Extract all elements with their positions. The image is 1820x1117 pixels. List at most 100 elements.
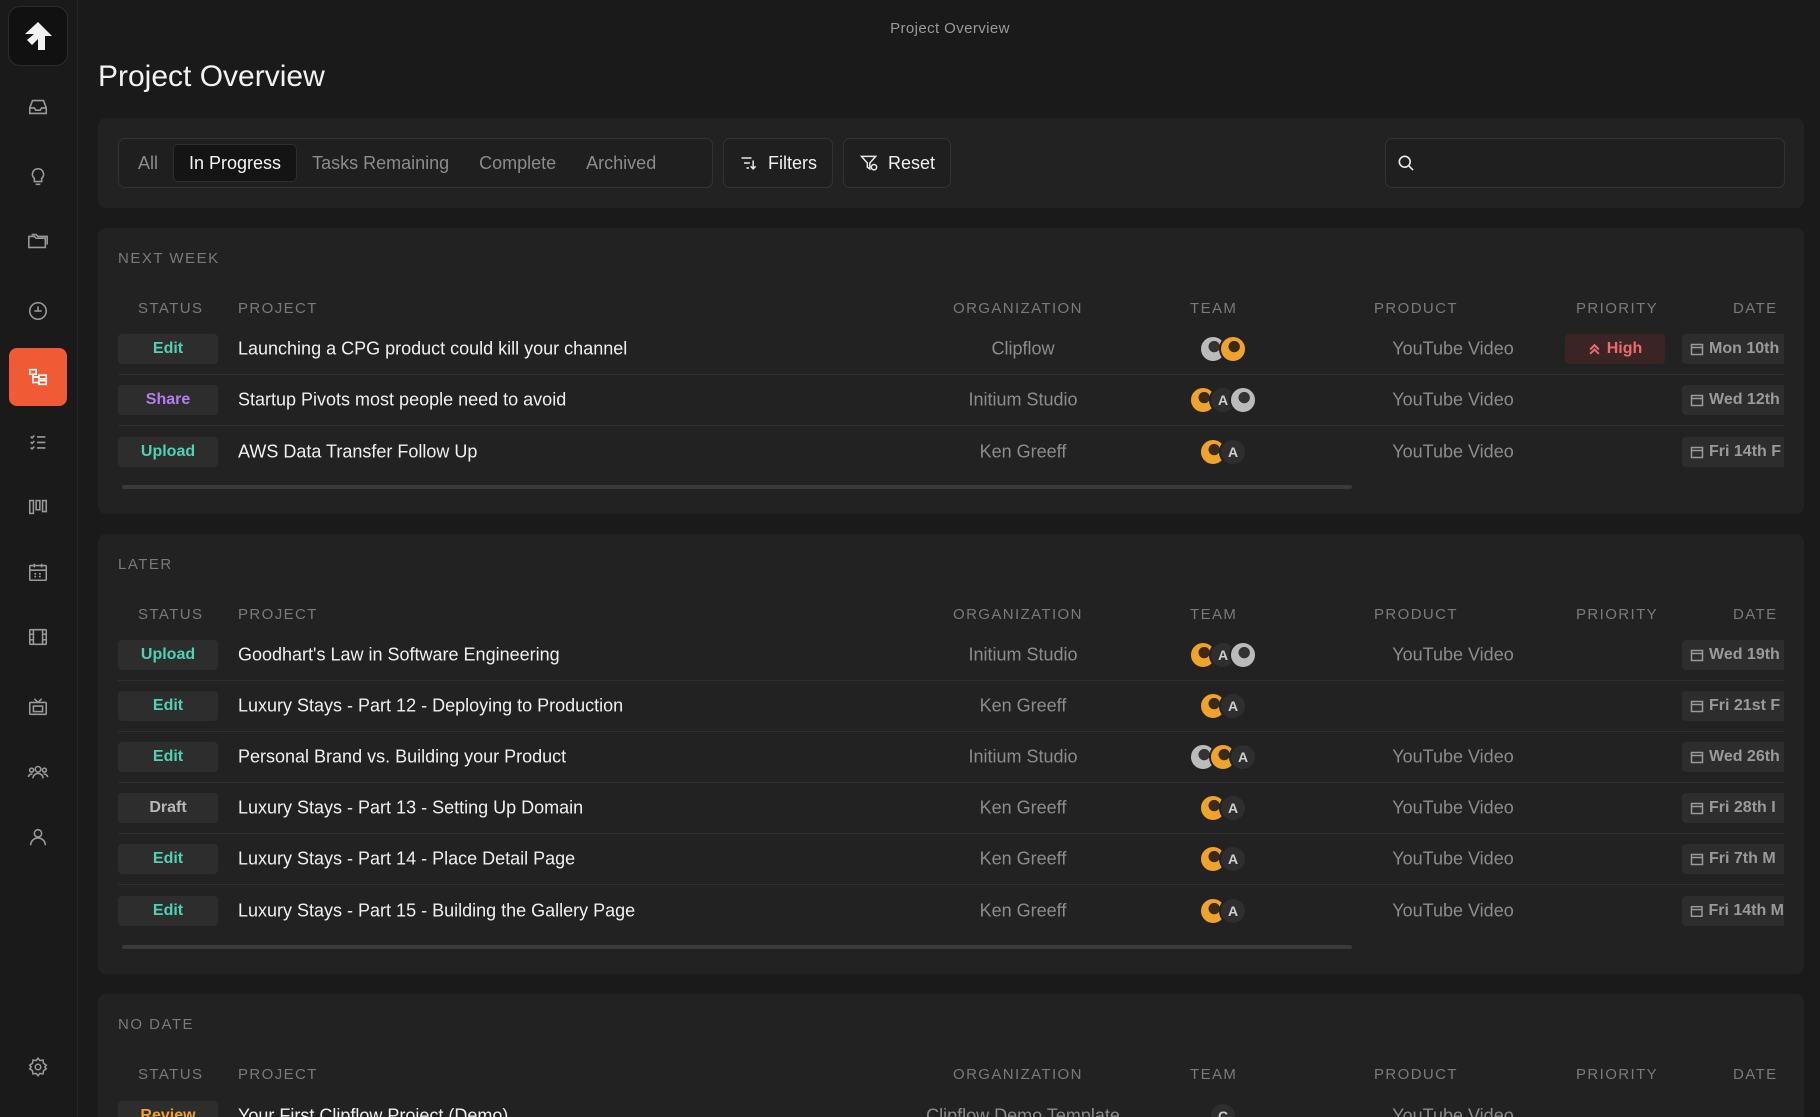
- status-badge[interactable]: Upload: [118, 436, 218, 467]
- rows: Upload Goodhart's Law in Software Engine…: [118, 630, 1784, 936]
- table-row[interactable]: Edit Launching a CPG product could kill …: [118, 324, 1784, 375]
- table-row[interactable]: Edit Luxury Stays - Part 12 - Deploying …: [118, 681, 1784, 732]
- table-row[interactable]: Draft Luxury Stays - Part 13 - Setting U…: [118, 783, 1784, 834]
- status-badge[interactable]: Draft: [118, 793, 218, 823]
- speedometer-icon[interactable]: [9, 282, 67, 340]
- product: YouTube Video: [1392, 338, 1514, 359]
- status-badge[interactable]: Edit: [118, 895, 218, 926]
- project-name[interactable]: Luxury Stays - Part 14 - Place Detail Pa…: [238, 849, 575, 870]
- team-avatars[interactable]: A: [1173, 640, 1273, 670]
- date-badge[interactable]: Wed 26th: [1682, 742, 1784, 772]
- section-label: NEXT WEEK: [118, 250, 220, 267]
- table-row[interactable]: Review Your First Clipflow Project (Demo…: [118, 1090, 1784, 1117]
- calendar-icon: [1690, 700, 1704, 713]
- organization: Initium Studio: [968, 746, 1078, 767]
- team-avatars[interactable]: A: [1173, 437, 1273, 467]
- filters-button[interactable]: Filters: [723, 138, 833, 188]
- product: YouTube Video: [1392, 746, 1514, 767]
- calendar-icon: [1690, 853, 1704, 866]
- tab-all[interactable]: All: [123, 144, 173, 182]
- column-header-product: PRODUCT: [1374, 1066, 1458, 1083]
- folders-icon[interactable]: [9, 212, 67, 270]
- column-header-status: STATUS: [138, 1066, 204, 1083]
- user-icon[interactable]: [9, 808, 67, 866]
- status-badge[interactable]: Edit: [118, 691, 218, 721]
- tv-icon[interactable]: [9, 678, 67, 736]
- date-badge[interactable]: Wed 12th: [1682, 385, 1784, 415]
- date-badge[interactable]: Fri 21st F: [1682, 691, 1784, 721]
- search-field[interactable]: [1385, 138, 1785, 188]
- team-avatars[interactable]: A: [1173, 793, 1273, 823]
- status-badge[interactable]: Upload: [118, 640, 218, 670]
- column-header-product: PRODUCT: [1374, 300, 1458, 317]
- search-input[interactable]: [1426, 153, 1766, 173]
- project-tree-icon[interactable]: [9, 348, 67, 406]
- sidebar: [0, 0, 78, 1117]
- date-badge[interactable]: Fri 7th M: [1682, 844, 1784, 874]
- reset-button[interactable]: Reset: [843, 138, 952, 188]
- team-avatars[interactable]: A: [1173, 385, 1273, 415]
- column-header-priority: PRIORITY: [1576, 606, 1659, 623]
- status-badge[interactable]: Share: [118, 385, 218, 415]
- kanban-icon[interactable]: [9, 478, 67, 536]
- team-icon[interactable]: [9, 743, 67, 801]
- checklist-icon[interactable]: [9, 413, 67, 471]
- date-badge[interactable]: Fri 14th F: [1682, 436, 1784, 467]
- lightbulb-icon[interactable]: [9, 148, 67, 206]
- team-avatars[interactable]: [1173, 334, 1273, 364]
- project-name[interactable]: Luxury Stays - Part 15 - Building the Ga…: [238, 900, 635, 921]
- project-name[interactable]: Luxury Stays - Part 12 - Deploying to Pr…: [238, 696, 623, 717]
- tab-archived[interactable]: Archived: [571, 144, 671, 182]
- table-row[interactable]: Upload AWS Data Transfer Follow Up Ken G…: [118, 426, 1784, 477]
- section-label: LATER: [118, 556, 173, 573]
- project-name[interactable]: Goodhart's Law in Software Engineering: [238, 645, 560, 666]
- date-label: Fri 28th I: [1709, 799, 1776, 816]
- table-row[interactable]: Edit Luxury Stays - Part 15 - Building t…: [118, 885, 1784, 936]
- table-row[interactable]: Edit Personal Brand vs. Building your Pr…: [118, 732, 1784, 783]
- team-avatars[interactable]: A: [1173, 742, 1273, 772]
- project-name[interactable]: Launching a CPG product could kill your …: [238, 339, 627, 360]
- horizontal-scrollbar[interactable]: [122, 945, 1352, 949]
- chevrons-up-icon: [1589, 343, 1600, 355]
- status-badge[interactable]: Edit: [118, 742, 218, 772]
- date-label: Wed 12th: [1709, 391, 1780, 408]
- calendar-icon: [1690, 343, 1704, 356]
- settings-icon[interactable]: [9, 1038, 67, 1096]
- date-badge[interactable]: Fri 28th I: [1682, 793, 1784, 823]
- tab-complete[interactable]: Complete: [464, 144, 571, 182]
- status-badge[interactable]: Review: [118, 1100, 218, 1117]
- project-name[interactable]: Luxury Stays - Part 13 - Setting Up Doma…: [238, 798, 583, 819]
- calendar-icon: [1690, 649, 1704, 662]
- priority-badge[interactable]: High: [1565, 334, 1665, 364]
- team-avatars[interactable]: A: [1173, 691, 1273, 721]
- status-badge[interactable]: Edit: [118, 334, 218, 364]
- tab-tasks-remaining[interactable]: Tasks Remaining: [297, 144, 464, 182]
- table-row[interactable]: Share Startup Pivots most people need to…: [118, 375, 1784, 426]
- product: YouTube Video: [1392, 389, 1514, 410]
- avatar: A: [1219, 845, 1247, 873]
- table-row[interactable]: Edit Luxury Stays - Part 14 - Place Deta…: [118, 834, 1784, 885]
- date-badge[interactable]: Mon 10th: [1682, 334, 1784, 364]
- calendar-icon[interactable]: [9, 543, 67, 601]
- table-row[interactable]: Upload Goodhart's Law in Software Engine…: [118, 630, 1784, 681]
- inbox-icon[interactable]: [9, 78, 67, 136]
- team-avatars[interactable]: A: [1173, 896, 1273, 926]
- date-label: Fri 21st F: [1709, 697, 1781, 714]
- team-avatars[interactable]: A: [1173, 844, 1273, 874]
- date-badge[interactable]: Wed 19th: [1682, 640, 1784, 670]
- table-header: STATUS PROJECT ORGANIZATION TEAM PRODUCT…: [118, 300, 1784, 320]
- project-name[interactable]: Startup Pivots most people need to avoid: [238, 390, 566, 411]
- priority-label: High: [1606, 340, 1643, 357]
- avatar: [1229, 641, 1257, 669]
- film-icon[interactable]: [9, 608, 67, 666]
- project-name[interactable]: AWS Data Transfer Follow Up: [238, 441, 477, 462]
- date-badge[interactable]: Fri 14th M: [1682, 895, 1784, 926]
- status-badge[interactable]: Edit: [118, 844, 218, 874]
- column-header-priority: PRIORITY: [1576, 300, 1659, 317]
- tab-in-progress[interactable]: In Progress: [173, 144, 298, 182]
- project-name[interactable]: Personal Brand vs. Building your Product: [238, 747, 566, 768]
- project-name[interactable]: Your First Clipflow Project (Demo): [238, 1105, 508, 1117]
- section-no-date: NO DATE STATUS PROJECT ORGANIZATION TEAM…: [98, 994, 1804, 1117]
- team-avatars[interactable]: C: [1173, 1101, 1273, 1117]
- horizontal-scrollbar[interactable]: [122, 485, 1352, 489]
